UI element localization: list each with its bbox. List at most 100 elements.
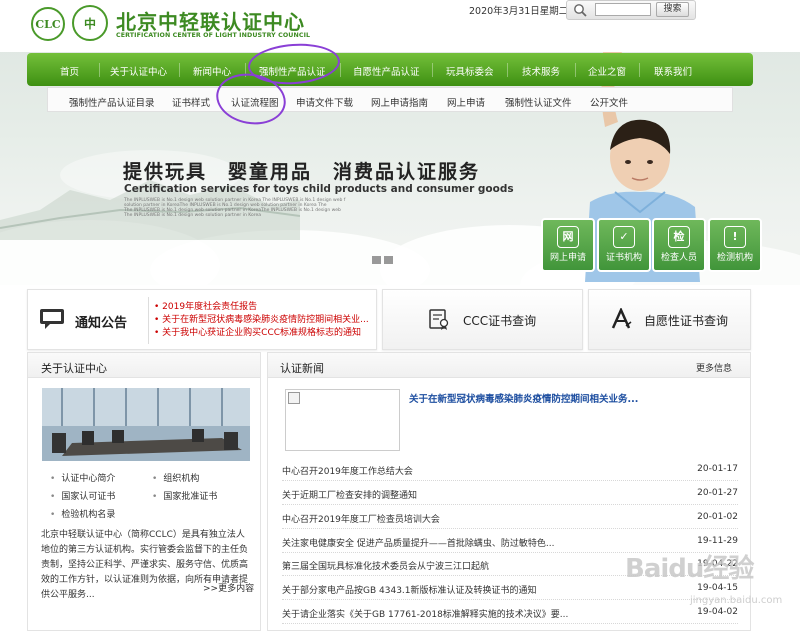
slide-dot[interactable] (372, 256, 381, 264)
quick-link-label: 网上申请 (549, 253, 586, 263)
about-link-text[interactable]: 检验机构名录 (61, 510, 115, 520)
ccc-cert-query-button[interactable]: CCC证书查询 (382, 289, 583, 350)
notice-link[interactable]: • 关于在新型冠状病毒感染肺炎疫情防控期间相关业... (154, 312, 369, 325)
alert-shield-icon: ! (724, 226, 746, 248)
about-header-title: 关于认证中心 (41, 362, 107, 375)
nav-separator (575, 63, 576, 77)
subnav-item-downloads[interactable]: 申请文件下载 (296, 95, 353, 109)
nav-item-toys[interactable]: 玩具标委会 (446, 64, 494, 78)
notice-title: 通知公告 (75, 316, 128, 331)
news-title[interactable]: 关于近期工厂检查安排的调整通知 (282, 488, 417, 501)
about-link-text[interactable]: 国家批准证书 (163, 492, 217, 502)
subnav-item-apply-online[interactable]: 网上申请 (447, 95, 485, 109)
nav-separator (639, 63, 640, 77)
search-icon (574, 4, 587, 17)
speech-bubble-icon (40, 309, 64, 329)
about-link-intro[interactable]: • 认证中心简介 (50, 471, 115, 484)
notice-divider (148, 297, 149, 344)
about-link-text[interactable]: 国家认可证书 (61, 492, 115, 502)
news-title[interactable]: 中心召开2019年度工厂检查员培训大会 (282, 512, 440, 525)
web-icon: 网 (557, 226, 579, 248)
notice-link[interactable]: • 2019年度社会责任报告 (154, 299, 257, 312)
logo-clc-text: CLC (35, 17, 61, 31)
baidu-watermark: Baidu经验 (625, 554, 754, 584)
subnav-item-cert-style[interactable]: 证书样式 (172, 95, 210, 109)
about-more-link[interactable]: >>更多内容 (203, 581, 254, 594)
nav-item-voluntary[interactable]: 自愿性产品认证 (353, 64, 420, 78)
office-photo (42, 388, 250, 461)
about-link-text[interactable]: 认证中心简介 (61, 474, 115, 484)
news-title[interactable]: 中心召开2019年度工作总结大会 (282, 464, 413, 477)
slide-dot[interactable] (384, 256, 393, 264)
news-header: 认证新闻 更多信息 (268, 353, 750, 378)
subnav-item-ccc-files[interactable]: 强制性认证文件 (505, 95, 572, 109)
news-date: 19-04-02 (697, 607, 738, 617)
hero-title: 提供玩具 婴童用品 消费品认证服务 (123, 161, 481, 183)
about-link-approval[interactable]: • 国家批准证书 (152, 489, 217, 502)
hero-small-text: The INPLUSWEB is No.1 design web solutio… (124, 213, 262, 218)
broken-image-icon (288, 392, 300, 404)
news-row[interactable]: 中心召开2019年度工作总结大会 20-01-17 (282, 458, 738, 481)
news-panel: 认证新闻 更多信息 关于在新型冠状病毒感染肺炎疫情防控期间相关业务... 中心召… (267, 352, 751, 631)
quick-link-cert-body[interactable]: ✓ 证书机构 (597, 218, 651, 272)
search-button[interactable]: 搜索 (656, 2, 689, 17)
about-link-accreditation[interactable]: • 国家认可证书 (50, 489, 115, 502)
site-title[interactable]: 北京中轻联认证中心 (116, 6, 305, 35)
nav-item-contact[interactable]: 联系我们 (654, 64, 692, 78)
nav-separator (179, 63, 180, 77)
notice-link-text[interactable]: 关于我中心获证企业购买CCC标准规格标志的通知 (162, 328, 361, 338)
clc-logo-icon[interactable]: CLC (31, 7, 65, 41)
font-a-icon (611, 308, 632, 329)
site-header: CLC 中 北京中轻联认证中心 CERTIFICATION CENTER OF … (0, 0, 800, 52)
nav-separator (507, 63, 508, 77)
quick-link-label: 检测机构 (716, 253, 753, 263)
nav-separator (432, 63, 433, 77)
news-more-link[interactable]: 更多信息 (696, 361, 732, 374)
council-logo-icon[interactable]: 中 (72, 5, 108, 41)
quick-link-online-apply[interactable]: 网 网上申请 (541, 218, 595, 272)
about-link-text[interactable]: 组织机构 (163, 474, 199, 484)
nav-item-enterprise[interactable]: 企业之窗 (588, 64, 626, 78)
subnav-item-apply-guide[interactable]: 网上申请指南 (371, 95, 428, 109)
news-title[interactable]: 关注家电健康安全 促进产品质量提升——首批除螨虫、防过敏特色... (282, 536, 554, 549)
news-date: 19-11-29 (697, 536, 738, 546)
notice-link-text[interactable]: 关于在新型冠状病毒感染肺炎疫情防控期间相关业... (162, 315, 369, 325)
notice-link-text[interactable]: 2019年度社会责任报告 (162, 302, 257, 312)
nav-item-tech[interactable]: 技术服务 (522, 64, 560, 78)
voluntary-cert-query-label: 自愿性证书查询 (644, 314, 729, 328)
site-subtitle: CERTIFICATION CENTER OF LIGHT INDUSTRY C… (116, 32, 311, 39)
news-feature-title[interactable]: 关于在新型冠状病毒感染肺炎疫情防控期间相关业务... (409, 391, 638, 405)
nav-separator (340, 63, 341, 77)
news-feature-image[interactable] (285, 389, 400, 451)
notice-link[interactable]: • 关于我中心获证企业购买CCC标准规格标志的通知 (154, 325, 361, 338)
quick-link-test-labs[interactable]: ! 检测机构 (708, 218, 762, 272)
news-date: 20-01-17 (697, 464, 738, 474)
nav-item-news[interactable]: 新闻中心 (193, 64, 231, 78)
news-header-title: 认证新闻 (280, 362, 324, 375)
shield-check-icon: ✓ (613, 226, 635, 248)
nav-item-ccc[interactable]: 强制性产品认证 (259, 64, 326, 78)
subnav-item-public-files[interactable]: 公开文件 (590, 95, 628, 109)
subnav-item-flowchart[interactable]: 认证流程图 (231, 95, 279, 109)
news-date: 20-01-27 (697, 488, 738, 498)
quick-link-inspectors[interactable]: 检 检查人员 (652, 218, 706, 272)
search-input[interactable] (595, 3, 651, 16)
news-row[interactable]: 关于近期工厂检查安排的调整通知 20-01-27 (282, 482, 738, 505)
news-row[interactable]: 关于请企业落实《关于GB 17761-2018标准解释实施的技术决议》要... 1… (282, 601, 738, 624)
subnav-item-catalog[interactable]: 强制性产品认证目录 (69, 95, 155, 109)
current-date: 2020年3月31日星期二 (469, 6, 569, 17)
about-link-labs[interactable]: • 检验机构名录 (50, 507, 115, 520)
news-title[interactable]: 关于请企业落实《关于GB 17761-2018标准解释实施的技术决议》要... (282, 607, 568, 620)
nav-item-about[interactable]: 关于认证中心 (110, 64, 167, 78)
nav-separator (99, 63, 100, 77)
about-header: 关于认证中心 (28, 353, 260, 378)
nav-item-home[interactable]: 首页 (60, 64, 79, 78)
inspector-icon: 检 (668, 226, 690, 248)
voluntary-cert-query-button[interactable]: 自愿性证书查询 (588, 289, 751, 350)
slide-indicator[interactable] (372, 256, 393, 264)
certificate-icon (429, 309, 449, 330)
about-link-org[interactable]: • 组织机构 (152, 471, 199, 484)
news-title[interactable]: 第三届全国玩具标准化技术委员会从宁波三江口起航 (282, 559, 489, 572)
news-title[interactable]: 关于部分家电产品按GB 4343.1新版标准认证及转换证书的通知 (282, 583, 537, 596)
news-row[interactable]: 中心召开2019年度工厂检查员培训大会 20-01-02 (282, 506, 738, 529)
